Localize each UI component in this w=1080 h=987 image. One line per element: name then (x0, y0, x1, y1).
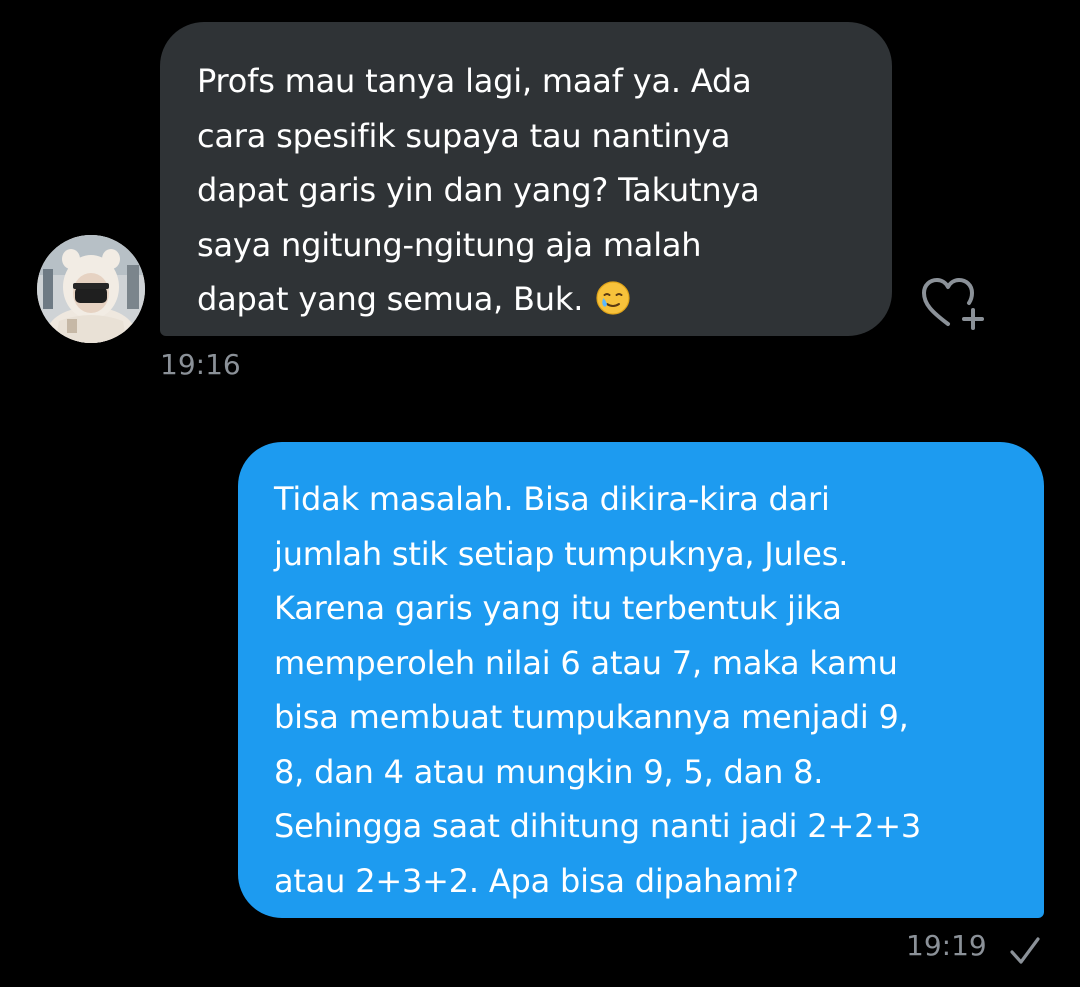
incoming-message-bubble[interactable]: Profs mau tanya lagi, maaf ya. Ada cara … (160, 22, 892, 336)
incoming-message-body: Profs mau tanya lagi, maaf ya. Ada cara … (197, 62, 760, 318)
sent-status (1008, 934, 1042, 968)
incoming-message-text: Profs mau tanya lagi, maaf ya. Ada cara … (197, 54, 856, 327)
checkmark-icon (1010, 937, 1040, 964)
smiling-face-with-tear-emoji: 🥲 (595, 278, 631, 315)
avatar-photo (37, 235, 145, 343)
heart-plus-icon (922, 278, 984, 330)
incoming-message-timestamp: 19:16 (160, 348, 241, 381)
add-reaction-button[interactable] (918, 272, 988, 332)
outgoing-message-bubble[interactable]: Tidak masalah. Bisa dikira-kira dari jum… (238, 442, 1044, 918)
user-avatar[interactable] (37, 235, 145, 343)
outgoing-message-text: Tidak masalah. Bisa dikira-kira dari jum… (274, 480, 921, 900)
outgoing-message-timestamp: 19:19 (906, 929, 987, 962)
